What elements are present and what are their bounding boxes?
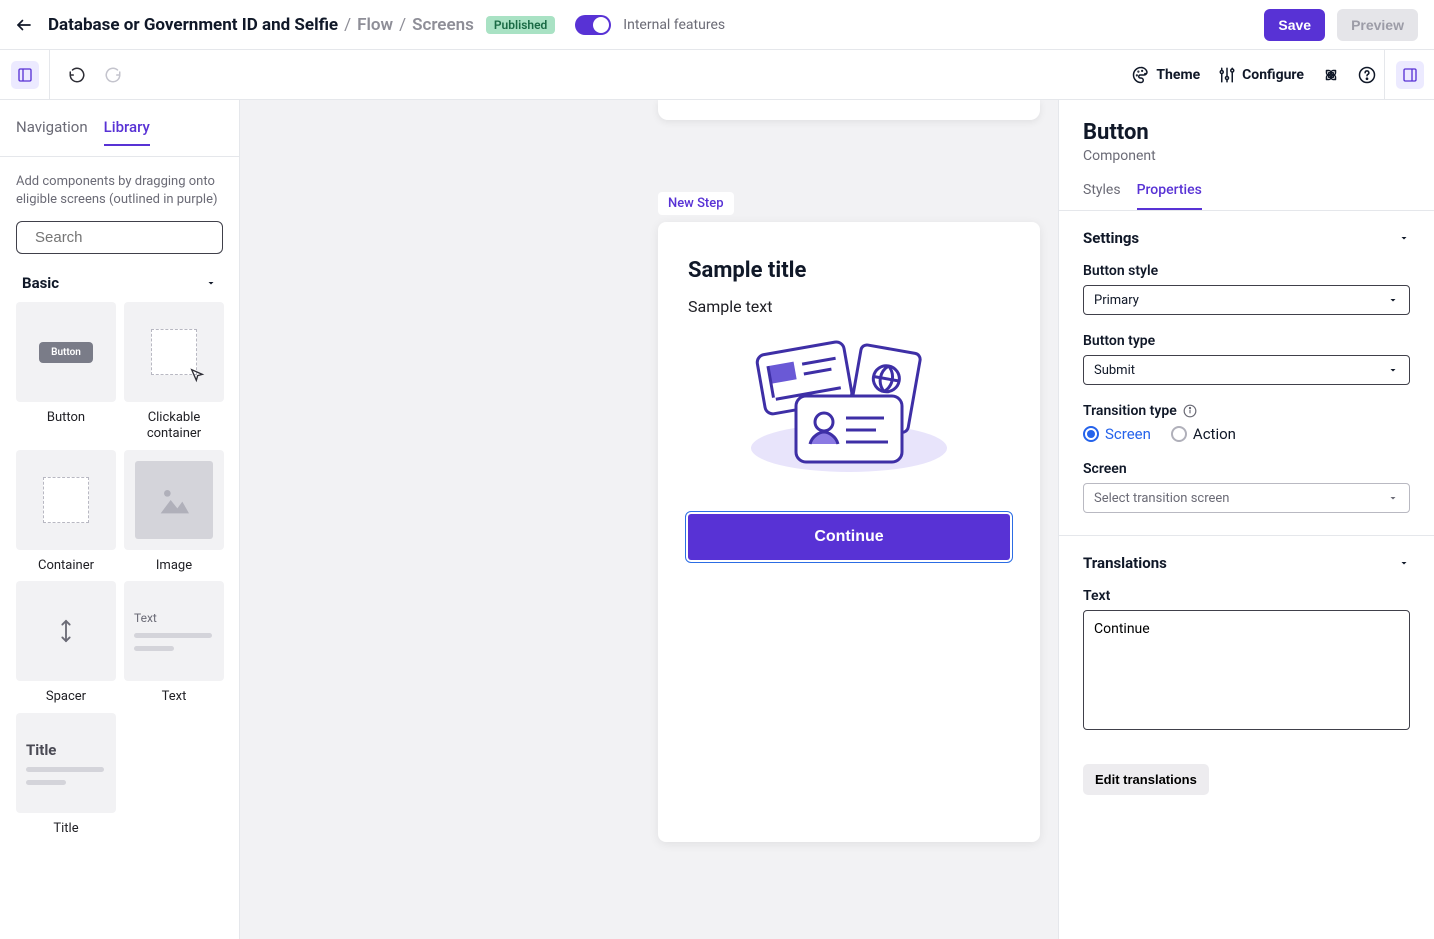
screen-select[interactable]: Select transition screen	[1083, 483, 1410, 513]
right-panel-toggle-wrap	[1384, 50, 1434, 99]
breadcrumb-sep-1: /	[344, 15, 351, 35]
top-bar: Database or Government ID and Selfie / F…	[0, 0, 1434, 50]
section-settings: Settings Button style Primary Button typ…	[1059, 211, 1434, 536]
screen-body-text: Sample text	[688, 297, 1010, 316]
button-type-value: Submit	[1094, 363, 1135, 378]
undo-redo-group	[50, 66, 140, 84]
save-button[interactable]: Save	[1264, 9, 1325, 41]
thumb-button-preview: Button	[39, 342, 93, 363]
breadcrumb-sep-2: /	[399, 15, 406, 35]
translation-text-input[interactable]	[1083, 610, 1410, 730]
thumb-text-label: Text	[134, 611, 224, 625]
lib-label-clickable-container: Clickable container	[124, 410, 224, 441]
right-sidebar: Button Component Styles Properties Setti…	[1058, 100, 1434, 939]
left-sidebar: Navigation Library Add components by dra…	[0, 100, 240, 939]
sidebar-tabs: Navigation Library	[0, 100, 239, 157]
undo-icon[interactable]	[68, 66, 86, 84]
section-translations: Translations Text Edit translations	[1059, 536, 1434, 819]
id-documents-illustration	[688, 338, 1010, 478]
button-style-value: Primary	[1094, 293, 1139, 308]
redo-icon[interactable]	[104, 66, 122, 84]
lib-item-image[interactable]: Image	[124, 450, 224, 574]
translation-text-label: Text	[1083, 588, 1410, 604]
back-arrow-icon[interactable]	[12, 13, 36, 37]
component-type: Component	[1083, 148, 1410, 164]
section-basic-header[interactable]: Basic	[0, 268, 239, 302]
library-search[interactable]	[16, 221, 223, 254]
preview-button: Preview	[1337, 9, 1418, 41]
section-settings-header[interactable]: Settings	[1083, 229, 1410, 247]
breadcrumb: Database or Government ID and Selfie / F…	[48, 15, 474, 35]
rs-tabs: Styles Properties	[1059, 172, 1434, 211]
left-panel-toggle[interactable]	[11, 61, 39, 89]
internal-features-label: Internal features	[623, 17, 725, 33]
screen-label: Screen	[1083, 461, 1410, 477]
toolbar-right: Theme Configure	[1132, 50, 1384, 99]
section-basic-label: Basic	[22, 274, 59, 292]
screen-card[interactable]: Sample title Sample text	[658, 222, 1040, 842]
rs-heading: Button Component	[1059, 100, 1434, 172]
configure-label: Configure	[1242, 67, 1304, 83]
theme-button[interactable]: Theme	[1132, 66, 1200, 84]
tab-library[interactable]: Library	[104, 118, 150, 146]
search-input[interactable]	[35, 229, 234, 246]
tab-navigation[interactable]: Navigation	[16, 118, 88, 146]
lib-label-image: Image	[156, 558, 192, 574]
breadcrumb-title: Database or Government ID and Selfie	[48, 15, 338, 35]
radio-action[interactable]: Action	[1171, 425, 1236, 443]
help-icon[interactable]	[1358, 66, 1376, 84]
component-name: Button	[1083, 120, 1410, 145]
screen-select-value: Select transition screen	[1094, 491, 1229, 506]
breadcrumb-flow[interactable]: Flow	[357, 15, 393, 35]
lib-item-button[interactable]: Button Button	[16, 302, 116, 441]
internal-features-toggle[interactable]	[575, 15, 611, 35]
lib-label-title: Title	[53, 821, 78, 837]
button-type-label: Button type	[1083, 333, 1410, 349]
canvas[interactable]: New Step Sample title Sample text	[240, 100, 1058, 939]
continue-button[interactable]: Continue	[688, 514, 1010, 560]
tab-styles[interactable]: Styles	[1083, 182, 1121, 210]
library-hint: Add components by dragging onto eligible…	[0, 157, 239, 217]
button-style-select[interactable]: Primary	[1083, 285, 1410, 315]
radio-screen[interactable]: Screen	[1083, 425, 1151, 443]
prev-screen-peek	[658, 100, 1040, 120]
left-panel-toggle-wrap	[0, 50, 50, 99]
lib-item-container[interactable]: Container	[16, 450, 116, 574]
status-badge: Published	[486, 16, 555, 34]
tab-properties[interactable]: Properties	[1137, 182, 1202, 210]
lib-item-spacer[interactable]: Spacer	[16, 581, 116, 705]
breadcrumb-screens[interactable]: Screens	[412, 15, 474, 35]
theme-label: Theme	[1156, 67, 1200, 83]
configure-button[interactable]: Configure	[1218, 66, 1304, 84]
button-style-label: Button style	[1083, 263, 1410, 279]
transition-type-radios: Screen Action	[1083, 425, 1410, 443]
library-grid: Button Button Clickable container	[0, 302, 239, 852]
main: Navigation Library Add components by dra…	[0, 100, 1434, 939]
lib-item-clickable-container[interactable]: Clickable container	[124, 302, 224, 441]
section-translations-label: Translations	[1083, 554, 1167, 572]
thumb-title-label: Title	[26, 741, 116, 759]
lib-label-container: Container	[38, 558, 94, 574]
lib-label-spacer: Spacer	[46, 689, 86, 705]
step-tag[interactable]: New Step	[658, 192, 734, 215]
section-settings-label: Settings	[1083, 229, 1139, 247]
lib-item-text[interactable]: Text Text	[124, 581, 224, 705]
screen-title: Sample title	[688, 258, 1010, 283]
lib-item-title[interactable]: Title Title	[16, 713, 116, 837]
keyboard-shortcut-icon[interactable]	[1322, 66, 1340, 84]
section-translations-header[interactable]: Translations	[1083, 554, 1410, 572]
edit-translations-button[interactable]: Edit translations	[1083, 764, 1209, 795]
toolbar: Theme Configure	[0, 50, 1434, 100]
button-type-select[interactable]: Submit	[1083, 355, 1410, 385]
info-icon[interactable]	[1183, 404, 1197, 418]
lib-label-button: Button	[47, 410, 85, 426]
right-panel-toggle[interactable]	[1396, 61, 1424, 89]
lib-label-text: Text	[162, 689, 187, 705]
transition-type-label: Transition type	[1083, 403, 1177, 419]
